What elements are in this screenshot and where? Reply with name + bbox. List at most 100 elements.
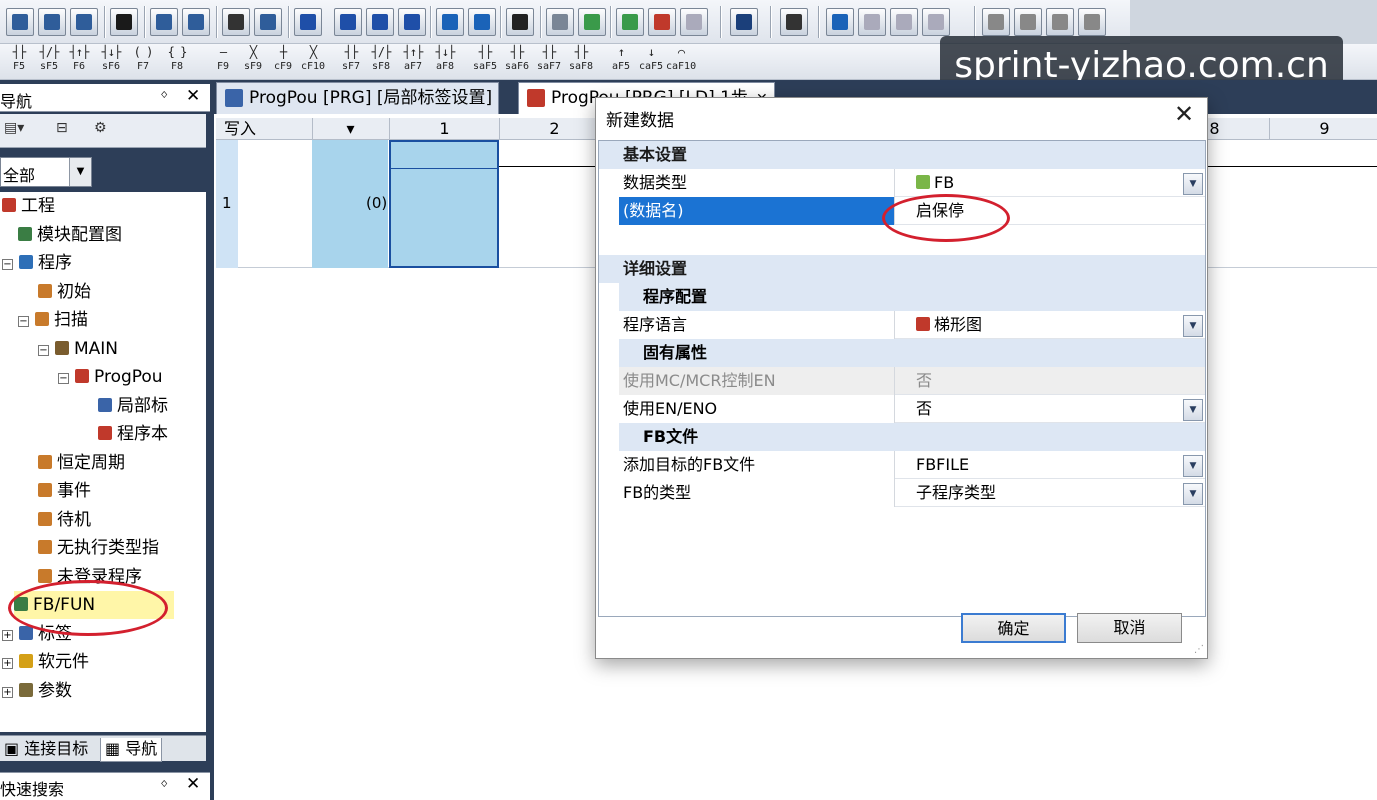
layout3-icon-button[interactable] (922, 8, 950, 36)
collapse-icon[interactable]: − (18, 316, 29, 327)
module-icon-button[interactable] (38, 8, 66, 36)
pin-icon[interactable]: ᛜ (160, 777, 168, 793)
monitor-icon-button[interactable] (436, 8, 464, 36)
tree-item-3[interactable]: 初始 (38, 278, 91, 306)
function-key-saf7-button[interactable]: ┤├ saF7 (534, 46, 564, 78)
window-icon-button[interactable] (150, 8, 178, 36)
tree-item-8[interactable]: 程序本 (98, 420, 168, 448)
row-data-type[interactable]: 数据类型 FB ▼ (619, 169, 1205, 197)
function-key-sf9-button[interactable]: ╳ sF9 (238, 46, 268, 78)
tree-item-5[interactable]: − MAIN (38, 335, 118, 363)
check-icon-button[interactable] (616, 8, 644, 36)
dev2-icon-button[interactable] (334, 8, 362, 36)
monitor2-icon-button[interactable] (468, 8, 496, 36)
function-key-f6-button[interactable]: ┤↑├ F6 (64, 46, 94, 78)
cpu-icon-button[interactable] (110, 8, 138, 36)
chevron-down-icon[interactable]: ▼ (1183, 399, 1203, 421)
tree-item-4[interactable]: − 扫描 (18, 306, 88, 334)
expand-icon[interactable]: + (2, 629, 13, 641)
resize-grip-icon[interactable]: ⋰ (1194, 644, 1204, 655)
function-key-f7-button[interactable]: ( ) F7 (128, 46, 158, 78)
navigation-filter-select[interactable]: 全部 ▼ (0, 157, 92, 187)
zoom-icon-button[interactable] (826, 8, 854, 36)
project-icon-button[interactable] (6, 8, 34, 36)
close-icon[interactable]: ✕ (186, 86, 200, 106)
gear-icon[interactable]: ⚙ (94, 120, 107, 136)
tree-item-12[interactable]: 无执行类型指 (38, 534, 159, 562)
function-key-af7-button[interactable]: ┤↑├ aF7 (398, 46, 428, 78)
tree-item-1[interactable]: 模块配置图 (18, 221, 122, 249)
row-en-eno[interactable]: 使用EN/ENO 否 ▼ (619, 395, 1205, 423)
function-key-cf9-button[interactable]: ┼ cF9 (268, 46, 298, 78)
binoculars-icon-button[interactable] (222, 8, 250, 36)
layout2-icon-button[interactable] (890, 8, 918, 36)
function-key-cf10-button[interactable]: ╳ cF10 (298, 46, 328, 78)
tree-item-2[interactable]: − 程序 (2, 249, 72, 277)
tree-view-icon[interactable]: ▤▾ (4, 120, 24, 136)
close-icon[interactable]: ✕ (186, 774, 200, 794)
panel4-icon-button[interactable] (1078, 8, 1106, 36)
row-target-fb-file[interactable]: 添加目标的FB文件 FBFILE ▼ (619, 451, 1205, 479)
function-key-af8-button[interactable]: ┤↓├ aF8 (430, 46, 460, 78)
function-key-sf6-button[interactable]: ┤↓├ sF6 (96, 46, 126, 78)
dev3-icon-button[interactable] (366, 8, 394, 36)
function-key-f8-button[interactable]: { } F8 (162, 46, 192, 78)
tree-item-9[interactable]: 恒定周期 (38, 449, 125, 477)
collapse-icon[interactable]: ⊟ (56, 120, 68, 136)
ok-button[interactable]: 确定 (961, 613, 1066, 643)
function-key-f9-button[interactable]: — F9 (208, 46, 238, 78)
tree-item-0[interactable]: 工程 (2, 192, 55, 220)
search-icon-button[interactable] (254, 8, 282, 36)
function-key-caf10-button[interactable]: ⌒ caF10 (666, 46, 696, 78)
collapse-icon[interactable]: − (2, 259, 13, 270)
chevron-down-icon[interactable]: ▼ (1183, 483, 1203, 505)
expand-icon[interactable]: + (2, 686, 13, 698)
chevron-down-icon[interactable]: ▼ (1183, 455, 1203, 477)
tab-connection-target[interactable]: ▣ 连接目标 (0, 738, 92, 762)
function-key-saf6-button[interactable]: ┤├ saF6 (502, 46, 532, 78)
collapse-icon[interactable]: − (38, 344, 49, 356)
function-key-af5-button[interactable]: ↑ aF5 (606, 46, 636, 78)
tool-icon-button[interactable] (680, 8, 708, 36)
cancel-button[interactable]: 取消 (1077, 613, 1182, 643)
tree-item-16[interactable]: + 软元件 (2, 648, 89, 676)
tab-navigation[interactable]: ▦ 导航 (100, 738, 163, 762)
ladder-cursor[interactable] (389, 140, 499, 268)
chevron-down-icon[interactable]: ▼ (1183, 173, 1203, 195)
row-fb-type[interactable]: FB的类型 子程序类型 ▼ (619, 479, 1205, 507)
function-key-saf5-button[interactable]: ┤├ saF5 (470, 46, 500, 78)
chevron-down-icon[interactable]: ▼ (69, 158, 91, 186)
mode-dropdown[interactable]: ▾ (312, 118, 388, 140)
collapse-icon[interactable]: − (58, 373, 69, 384)
list-icon-button[interactable] (506, 8, 534, 36)
function-key-sf5-button[interactable]: ┤/├ sF5 (34, 46, 64, 78)
panel-icon-button[interactable] (982, 8, 1010, 36)
function-key-caf5-button[interactable]: ↓ caF5 (636, 46, 666, 78)
row-program-language[interactable]: 程序语言 梯形图 ▼ (619, 311, 1205, 339)
tree-item-10[interactable]: 事件 (38, 477, 91, 505)
panel3-icon-button[interactable] (1046, 8, 1074, 36)
expand-icon[interactable]: + (2, 658, 13, 669)
dev-icon-button[interactable] (294, 8, 322, 36)
tree-item-7[interactable]: 局部标 (98, 392, 168, 420)
view-icon-button[interactable] (730, 8, 758, 36)
close-icon[interactable]: ✕ (1174, 100, 1194, 128)
window2-icon-button[interactable] (182, 8, 210, 36)
tree-item-11[interactable]: 待机 (38, 506, 91, 534)
tab-local-label[interactable]: ProgPou [PRG] [局部标签设置] (216, 82, 500, 114)
function-key-sf8-button[interactable]: ┤/├ sF8 (366, 46, 396, 78)
verify-icon-button[interactable] (648, 8, 676, 36)
pin-icon[interactable]: ᛜ (160, 88, 168, 104)
chevron-down-icon[interactable]: ▼ (1183, 315, 1203, 337)
panel2-icon-button[interactable] (1014, 8, 1042, 36)
dev4-icon-button[interactable] (398, 8, 426, 36)
hk-icon-button[interactable] (70, 8, 98, 36)
tree-item-6[interactable]: − ProgPou (58, 363, 163, 391)
function-key-f5-button[interactable]: ┤├ F5 (4, 46, 34, 78)
function-key-saf8-button[interactable]: ┤├ saF8 (566, 46, 596, 78)
read-icon-button[interactable] (578, 8, 606, 36)
device-monitor-icon-button[interactable] (780, 8, 808, 36)
write-icon-button[interactable] (546, 8, 574, 36)
function-key-sf7-button[interactable]: ┤├ sF7 (336, 46, 366, 78)
tree-item-17[interactable]: + 参数 (2, 677, 72, 705)
